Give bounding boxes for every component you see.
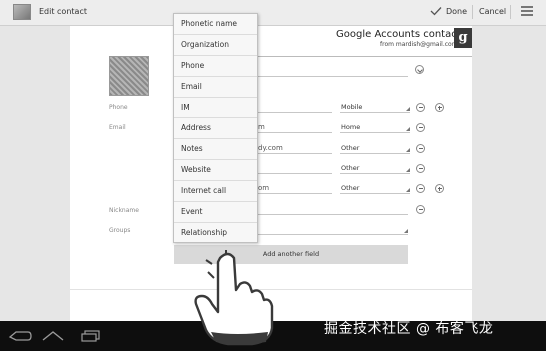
menu-item-im[interactable]: IM bbox=[174, 98, 257, 119]
groups-label: Groups bbox=[109, 227, 131, 234]
email-type-select[interactable]: Other bbox=[340, 183, 410, 194]
add-phone-icon[interactable] bbox=[435, 103, 444, 112]
email-label: Email bbox=[109, 124, 126, 131]
remove-email-icon[interactable] bbox=[416, 144, 425, 153]
divider bbox=[472, 5, 473, 19]
phone-field[interactable] bbox=[250, 102, 332, 113]
menu-item-event[interactable]: Event bbox=[174, 202, 257, 223]
recent-apps-icon[interactable] bbox=[80, 330, 102, 342]
email-field[interactable]: dy.com bbox=[250, 143, 332, 154]
email-field[interactable]: m bbox=[250, 122, 332, 133]
checkmark-icon bbox=[430, 7, 442, 16]
page-title: Edit contact bbox=[39, 7, 87, 16]
screen: Edit contact Done Cancel Google Accounts… bbox=[0, 0, 546, 351]
add-field-menu: Phonetic name Organization Phone Email I… bbox=[173, 13, 258, 243]
expand-name-icon[interactable] bbox=[415, 65, 424, 74]
menu-item-internet-call[interactable]: Internet call bbox=[174, 181, 257, 203]
email-field[interactable] bbox=[250, 163, 332, 174]
done-label: Done bbox=[446, 6, 468, 16]
tap-hand-icon bbox=[194, 250, 274, 346]
cancel-button[interactable]: Cancel bbox=[479, 7, 506, 16]
done-button[interactable]: Done bbox=[430, 6, 467, 16]
groups-select[interactable] bbox=[250, 224, 408, 235]
account-title: Google Accounts contact bbox=[336, 29, 461, 40]
remove-email-icon[interactable] bbox=[416, 184, 425, 193]
watermark-text: 掘金技术社区 @ 布客飞龙 bbox=[324, 321, 494, 337]
email-type-select[interactable]: Home bbox=[340, 122, 410, 133]
menu-item-notes[interactable]: Notes bbox=[174, 139, 257, 161]
remove-email-icon[interactable] bbox=[416, 123, 425, 132]
menu-item-relationship[interactable]: Relationship bbox=[174, 223, 257, 244]
overflow-menu-icon[interactable] bbox=[521, 6, 533, 18]
menu-item-organization[interactable]: Organization bbox=[174, 35, 257, 56]
add-email-icon[interactable] bbox=[435, 184, 444, 193]
nickname-label: Nickname bbox=[109, 207, 139, 214]
menu-item-email[interactable]: Email bbox=[174, 77, 257, 98]
divider bbox=[510, 5, 511, 19]
email-field[interactable]: om bbox=[250, 183, 332, 194]
tap-label: Tap bbox=[233, 314, 251, 324]
menu-item-phone[interactable]: Phone bbox=[174, 56, 257, 77]
home-icon[interactable] bbox=[42, 330, 64, 342]
google-account-icon: g bbox=[454, 28, 472, 48]
back-icon[interactable] bbox=[8, 330, 32, 342]
menu-item-website[interactable]: Website bbox=[174, 160, 257, 182]
nickname-field[interactable] bbox=[250, 204, 408, 215]
remove-phone-icon[interactable] bbox=[416, 103, 425, 112]
email-type-select[interactable]: Other bbox=[340, 143, 410, 154]
phone-label: Phone bbox=[109, 104, 128, 111]
divider bbox=[235, 56, 472, 57]
menu-item-phonetic-name[interactable]: Phonetic name bbox=[174, 14, 257, 35]
account-subtitle: from mardish@gmail.com bbox=[380, 41, 458, 48]
menu-item-address[interactable]: Address bbox=[174, 118, 257, 140]
remove-nickname-icon[interactable] bbox=[416, 205, 425, 214]
action-bar: Edit contact Done Cancel bbox=[0, 0, 546, 26]
contacts-app-icon[interactable] bbox=[13, 4, 31, 20]
contact-photo[interactable] bbox=[109, 56, 149, 96]
email-type-select[interactable]: Other bbox=[340, 163, 410, 174]
phone-type-select[interactable]: Mobile bbox=[340, 102, 410, 113]
remove-email-icon[interactable] bbox=[416, 164, 425, 173]
